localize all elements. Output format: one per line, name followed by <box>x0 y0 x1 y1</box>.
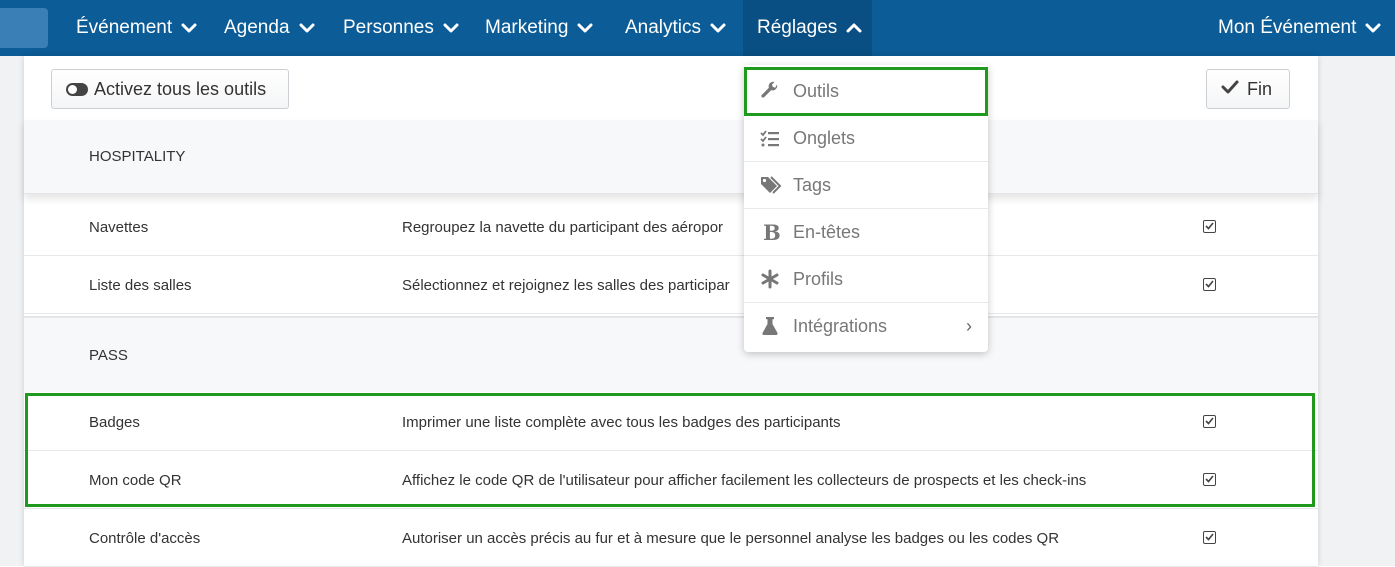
tool-description: Imprimer une liste complète avec tous le… <box>402 413 841 431</box>
settings-panel: Activez tous les outils Fin HOSPITALITY … <box>24 56 1318 567</box>
tool-enabled-checkbox[interactable] <box>1203 531 1216 544</box>
table-row: Mon code QR Affichez le code QR de l'uti… <box>24 451 1318 509</box>
chevron-up-icon <box>845 19 863 37</box>
menu-item-profils[interactable]: Profils <box>744 256 988 303</box>
nav-marketing-label: Marketing <box>485 17 569 38</box>
nav-reglages[interactable]: Réglages <box>743 0 872 56</box>
tags-icon <box>760 175 782 195</box>
tool-enabled-checkbox[interactable] <box>1203 220 1216 233</box>
nav-marketing[interactable]: Marketing <box>485 0 594 56</box>
tool-name: Navettes <box>89 218 149 236</box>
toggle-all-tools-label: Activez tous les outils <box>94 78 267 99</box>
checkmark-icon <box>1221 79 1239 100</box>
tool-name: Liste des salles <box>89 276 192 294</box>
menu-item-label: Onglets <box>793 127 856 148</box>
done-button[interactable]: Fin <box>1206 69 1290 109</box>
menu-item-label: Profils <box>793 268 844 289</box>
tool-name: Contrôle d'accès <box>89 529 201 547</box>
tool-enabled-checkbox[interactable] <box>1203 473 1216 486</box>
section-header-pass: PASS <box>24 316 1318 392</box>
nav-personnes-label: Personnes <box>343 17 434 38</box>
toggle-all-tools-button[interactable]: Activez tous les outils <box>51 69 289 109</box>
menu-item-label: Outils <box>793 80 840 101</box>
tool-description: Autoriser un accès précis au fur et à me… <box>402 529 1060 547</box>
nav-agenda[interactable]: Agenda <box>224 0 316 56</box>
table-row: Badges Imprimer une liste complète avec … <box>24 393 1318 451</box>
section-title: PASS <box>89 346 128 364</box>
reglages-dropdown-menu: Outils Onglets Tags B En-têtes Profils I… <box>744 65 988 352</box>
flask-icon <box>760 316 780 336</box>
chevron-down-icon <box>709 19 727 37</box>
backdrop-right <box>1318 56 1395 566</box>
nav-evenement-label: Événement <box>76 17 173 38</box>
table-row: Liste des salles Sélectionnez et rejoign… <box>24 256 1318 314</box>
menu-item-en-tetes[interactable]: B En-têtes <box>744 209 988 256</box>
asterisk-icon <box>760 269 780 289</box>
backdrop-left <box>0 56 24 566</box>
tool-enabled-checkbox[interactable] <box>1203 278 1216 291</box>
tool-description: Affichez le code QR de l'utilisateur pou… <box>402 471 1087 489</box>
toggle-icon <box>66 82 88 96</box>
event-selector[interactable]: Mon Événement <box>1218 0 1382 56</box>
menu-item-label: En-têtes <box>793 221 861 242</box>
menu-item-tags[interactable]: Tags <box>744 162 988 209</box>
nav-evenement[interactable]: Événement <box>76 0 198 56</box>
tool-description: Regroupez la navette du participant des … <box>402 218 724 236</box>
event-selector-label: Mon Événement <box>1218 17 1357 38</box>
tool-name: Mon code QR <box>89 471 182 489</box>
bold-icon: B <box>763 220 781 245</box>
chevron-down-icon <box>180 19 198 37</box>
chevron-down-icon <box>442 19 460 37</box>
tool-enabled-checkbox[interactable] <box>1203 415 1216 428</box>
menu-item-label: Tags <box>793 174 832 195</box>
section-title: HOSPITALITY <box>89 148 186 165</box>
menu-item-outils[interactable]: Outils <box>744 68 988 115</box>
table-row: Contrôle d'accès Autoriser un accès préc… <box>24 509 1318 567</box>
list-check-icon <box>760 128 780 148</box>
tool-description: Sélectionnez et rejoignez les salles des… <box>402 276 730 294</box>
menu-item-onglets[interactable]: Onglets <box>744 115 988 162</box>
nav-agenda-label: Agenda <box>224 17 290 38</box>
chevron-down-icon <box>298 19 316 37</box>
section-header-hospitality: HOSPITALITY <box>24 120 1318 194</box>
menu-item-integrations[interactable]: Intégrations › <box>744 303 988 350</box>
nav-analytics-label: Analytics <box>625 17 702 38</box>
panel-toolbar: Activez tous les outils Fin <box>24 56 1318 120</box>
home-logo-button[interactable] <box>0 8 48 48</box>
nav-reglages-label: Réglages <box>757 17 838 38</box>
chevron-right-icon: › <box>966 316 972 336</box>
top-navigation: Événement Agenda Personnes Marketing Ana… <box>0 0 1395 56</box>
nav-analytics[interactable]: Analytics <box>625 0 727 56</box>
table-row: Navettes Regroupez la navette du partici… <box>24 198 1318 256</box>
tool-name: Badges <box>89 413 140 431</box>
chevron-down-icon <box>576 19 594 37</box>
done-label: Fin <box>1247 78 1273 99</box>
chevron-down-icon <box>1364 19 1382 37</box>
wrench-icon <box>760 81 780 101</box>
nav-personnes[interactable]: Personnes <box>343 0 460 56</box>
menu-item-label: Intégrations <box>793 316 888 336</box>
